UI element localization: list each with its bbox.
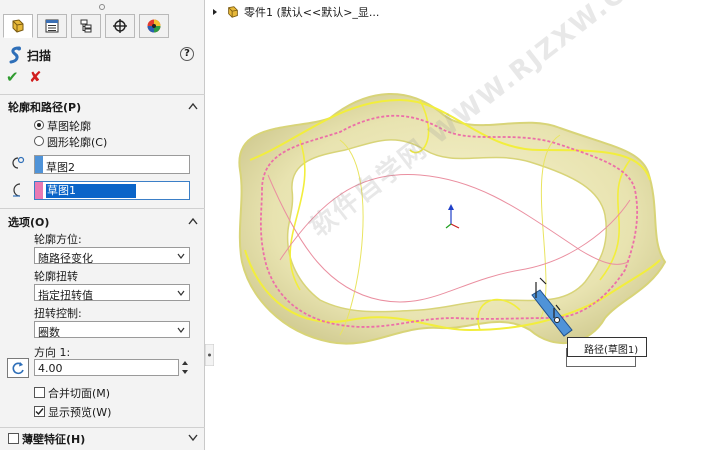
profile-selection-value: 草图2 bbox=[46, 161, 75, 174]
direction-turns-value: 4.00 bbox=[38, 362, 63, 375]
show-preview-label: 显示预览(W) bbox=[48, 406, 112, 419]
manager-tabs bbox=[0, 14, 205, 40]
property-manager-icon bbox=[45, 19, 59, 33]
twist-control-value: 圈数 bbox=[38, 326, 60, 339]
twist-label: 轮廓扭转 bbox=[34, 270, 78, 283]
sweep-icon bbox=[9, 46, 21, 64]
tab-dimxpert[interactable] bbox=[105, 14, 135, 38]
feature-manager-icon bbox=[12, 19, 24, 33]
chevron-down-icon bbox=[177, 327, 185, 333]
checkmark-icon bbox=[35, 408, 44, 416]
collapse-chevron-icon[interactable] bbox=[188, 102, 198, 110]
thin-feature-checkbox[interactable] bbox=[8, 433, 19, 444]
tab-feature-manager[interactable] bbox=[3, 14, 33, 38]
feature-header: 扫描 ? bbox=[0, 44, 205, 66]
twist-control-label: 扭转控制: bbox=[34, 307, 82, 320]
profile-color-swatch bbox=[35, 156, 43, 173]
direction-turns-input[interactable]: 4.00 bbox=[34, 359, 179, 376]
path-color-swatch bbox=[35, 182, 43, 199]
twist-value: 指定扭转值 bbox=[38, 289, 93, 302]
merge-tangent-checkbox[interactable] bbox=[34, 387, 45, 398]
sweep-preview-model bbox=[238, 93, 667, 345]
profile-icon bbox=[12, 156, 25, 169]
path-selection-value: 草图1 bbox=[46, 184, 136, 198]
property-manager-panel: 扫描 ? ✔ ✘ 轮廓和路径(P) 草图轮廓 圆形轮廓(C) 草图2 草图1 选… bbox=[0, 0, 205, 450]
reverse-direction-button[interactable] bbox=[7, 358, 29, 378]
chevron-down-icon bbox=[177, 253, 185, 259]
radio-sketch-profile[interactable] bbox=[34, 120, 44, 130]
thin-feature-label: 薄壁特征(H) bbox=[22, 433, 86, 446]
tab-configuration-manager[interactable] bbox=[71, 14, 101, 38]
profile-selection-box[interactable]: 草图2 bbox=[34, 155, 190, 174]
direction-label: 方向 1: bbox=[34, 346, 71, 359]
collapse-chevron-icon[interactable] bbox=[188, 217, 198, 225]
spin-arrows-icon[interactable] bbox=[180, 359, 190, 376]
section-divider bbox=[0, 427, 205, 428]
part-icon bbox=[228, 6, 238, 18]
orientation-label: 轮廓方位: bbox=[34, 233, 82, 246]
graphics-area[interactable]: 软件自学网 WWW.RJZXW.COM bbox=[206, 0, 715, 450]
feature-title: 扫描 bbox=[27, 49, 52, 63]
radio-circular-profile[interactable] bbox=[34, 136, 44, 146]
part-name: 零件1 (默认<<默认>_显... bbox=[244, 6, 380, 19]
radio-sketch-profile-label: 草图轮廓 bbox=[47, 120, 91, 133]
orientation-dropdown[interactable]: 随路径变化 bbox=[34, 247, 190, 265]
orientation-value: 随路径变化 bbox=[38, 252, 93, 265]
section-profile-path-title[interactable]: 轮廓和路径(P) bbox=[8, 99, 81, 115]
feature-tree-flyout[interactable]: 零件1 (默认<<默认>_显... bbox=[212, 4, 379, 20]
expand-arrow-icon bbox=[213, 9, 217, 15]
section-divider bbox=[0, 208, 205, 209]
expand-chevron-icon[interactable] bbox=[188, 434, 198, 442]
tab-property-manager[interactable] bbox=[37, 14, 67, 38]
path-callout[interactable]: 路径(草图1) bbox=[567, 337, 647, 357]
panel-grip-icon[interactable] bbox=[99, 4, 105, 10]
radio-circular-profile-label: 圆形轮廓(C) bbox=[47, 136, 108, 149]
display-manager-icon bbox=[147, 19, 161, 33]
section-divider bbox=[0, 94, 205, 95]
configuration-manager-icon bbox=[80, 19, 92, 33]
chevron-down-icon bbox=[177, 290, 185, 296]
ok-button[interactable]: ✔ bbox=[6, 68, 19, 86]
reverse-direction-icon bbox=[12, 362, 24, 375]
twist-dropdown[interactable]: 指定扭转值 bbox=[34, 284, 190, 302]
twist-control-dropdown[interactable]: 圈数 bbox=[34, 321, 190, 339]
path-selection-box[interactable]: 草图1 bbox=[34, 181, 190, 200]
help-button[interactable]: ? bbox=[180, 47, 194, 61]
path-callout-text: 路径(草图1) bbox=[584, 345, 639, 356]
panel-collapse-handle[interactable] bbox=[205, 344, 214, 366]
merge-tangent-label: 合并切面(M) bbox=[48, 387, 111, 400]
cancel-button[interactable]: ✘ bbox=[29, 68, 42, 86]
show-preview-checkbox[interactable] bbox=[34, 406, 45, 417]
section-options-title[interactable]: 选项(O) bbox=[8, 214, 49, 230]
dimxpert-icon bbox=[113, 19, 127, 33]
tab-display-manager[interactable] bbox=[139, 14, 169, 38]
path-icon bbox=[13, 183, 21, 197]
